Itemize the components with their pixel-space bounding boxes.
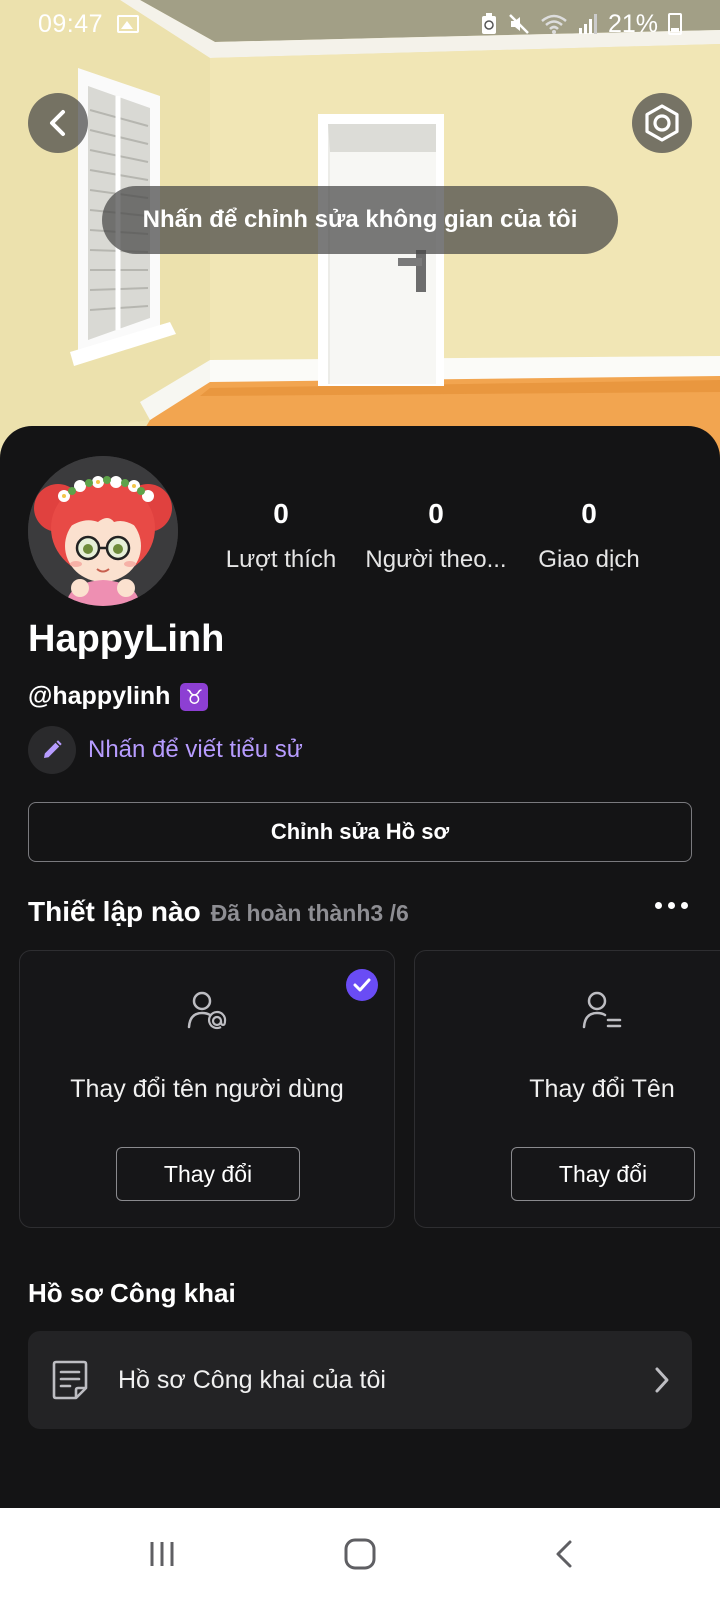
wifi-icon [541, 14, 567, 34]
setup-card-change-username[interactable]: Thay đổi tên người dùng Thay đổi [19, 950, 395, 1228]
check-circle-icon [346, 969, 378, 1001]
profile-sheet: 0 Lượt thích 0 Người theo... 0 Giao dịch… [0, 426, 720, 1508]
chevron-right-icon [655, 1367, 669, 1393]
setup-card-title: Thay đổi Tên [529, 1075, 675, 1103]
document-icon [52, 1360, 88, 1400]
stat-likes-value: 0 [273, 498, 289, 529]
gallery-notification-icon [117, 15, 140, 33]
signal-icon [578, 14, 597, 34]
write-bio-button[interactable]: Nhấn để viết tiểu sử [28, 726, 303, 774]
setup-card-change-name[interactable]: Thay đổi Tên Thay đổi [414, 950, 720, 1228]
setup-header: Thiết lập nào Đã hoàn thành3 /6 [28, 896, 692, 928]
status-time: 09:47 [38, 9, 104, 38]
pencil-icon [28, 726, 76, 774]
stat-followers-label: Người theo... [365, 546, 507, 573]
zodiac-taurus-icon: ♉ [180, 682, 209, 711]
public-profile-row-label: Hồ sơ Công khai của tôi [118, 1365, 386, 1394]
home-button[interactable] [340, 1536, 380, 1572]
battery-icon [668, 13, 682, 35]
more-options-icon[interactable] [655, 902, 688, 909]
setup-progress: Đã hoàn thành3 /6 [210, 900, 409, 926]
public-profile-section-title: Hồ sơ Công khai [28, 1278, 236, 1308]
stat-transactions-label: Giao dịch [538, 546, 640, 573]
setup-cards-carousel[interactable]: Thay đổi tên người dùng Thay đổi Thay đổ… [0, 950, 720, 1230]
battery-percent: 21% [607, 9, 658, 38]
back-button[interactable] [28, 93, 88, 153]
chevron-left-icon [50, 110, 65, 136]
recycle-battery-icon [481, 13, 496, 34]
bio-prompt: Nhấn để viết tiểu sử [88, 736, 303, 763]
stat-likes-label: Lượt thích [225, 546, 337, 573]
avatar[interactable] [28, 456, 178, 606]
user-lines-icon [582, 991, 622, 1029]
public-profile-row[interactable]: Hồ sơ Công khai của tôi [28, 1331, 692, 1429]
user-at-icon [187, 991, 227, 1030]
stat-likes[interactable]: 0 Lượt thích [206, 498, 356, 574]
edit-profile-button[interactable]: Chỉnh sửa Hồ sơ [28, 802, 692, 862]
handle-row: @happylinh ♉ [28, 682, 209, 711]
mute-icon [509, 14, 529, 34]
avatar-illustration [28, 456, 178, 606]
back-icon [556, 1540, 572, 1568]
recent-apps-icon [150, 1542, 174, 1566]
home-icon [344, 1538, 376, 1570]
change-username-button[interactable]: Thay đổi [116, 1147, 300, 1201]
stat-transactions-value: 0 [581, 498, 597, 529]
display-name: HappyLinh [28, 618, 225, 660]
stat-followers-value: 0 [428, 498, 444, 529]
stat-followers[interactable]: 0 Người theo... [360, 498, 512, 574]
recent-apps-button[interactable] [142, 1536, 182, 1572]
system-back-button[interactable] [544, 1536, 584, 1572]
settings-button[interactable] [632, 93, 692, 153]
setup-title: Thiết lập nào [28, 896, 201, 927]
setup-card-title: Thay đổi tên người dùng [70, 1075, 344, 1103]
system-navigation-bar [0, 1508, 720, 1600]
hexagon-settings-icon [645, 104, 679, 142]
username-handle: @happylinh [28, 682, 171, 710]
edit-space-button[interactable]: Nhấn để chỉnh sửa không gian của tôi [102, 186, 618, 254]
status-bar: 09:47 21% [0, 0, 720, 48]
change-name-button[interactable]: Thay đổi [511, 1147, 695, 1201]
status-right: 21% [480, 10, 682, 39]
stat-transactions[interactable]: 0 Giao dịch [514, 498, 664, 574]
